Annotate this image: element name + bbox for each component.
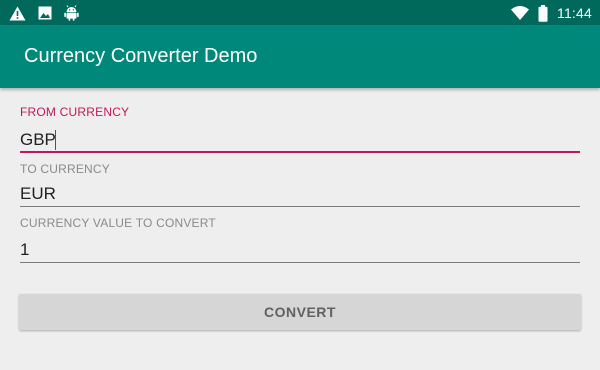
to-currency-underline: [20, 206, 580, 207]
android-icon: [64, 5, 79, 21]
warning-icon: [9, 6, 26, 21]
to-currency-label: TO CURRENCY: [20, 162, 110, 176]
app-bar: Currency Converter Demo: [0, 25, 600, 88]
amount-underline: [20, 262, 580, 263]
image-icon: [38, 6, 52, 20]
system-icons: 11:44: [511, 3, 592, 23]
from-currency-label: FROM CURRENCY: [20, 105, 130, 119]
convert-button[interactable]: CONVERT: [19, 294, 581, 330]
battery-icon: [538, 4, 548, 22]
app-title: Currency Converter Demo: [24, 45, 258, 67]
wifi-icon: [511, 6, 529, 20]
to-currency-input[interactable]: [20, 182, 579, 206]
amount-label: CURRENCY VALUE TO CONVERT: [20, 216, 216, 230]
amount-input[interactable]: [20, 238, 579, 262]
status-bar: 11:44: [0, 0, 600, 25]
notification-icons: [9, 4, 79, 22]
status-time: 11:44: [557, 5, 592, 21]
from-currency-underline: [20, 151, 580, 153]
from-currency-input[interactable]: [20, 128, 579, 152]
text-cursor: [55, 130, 56, 150]
